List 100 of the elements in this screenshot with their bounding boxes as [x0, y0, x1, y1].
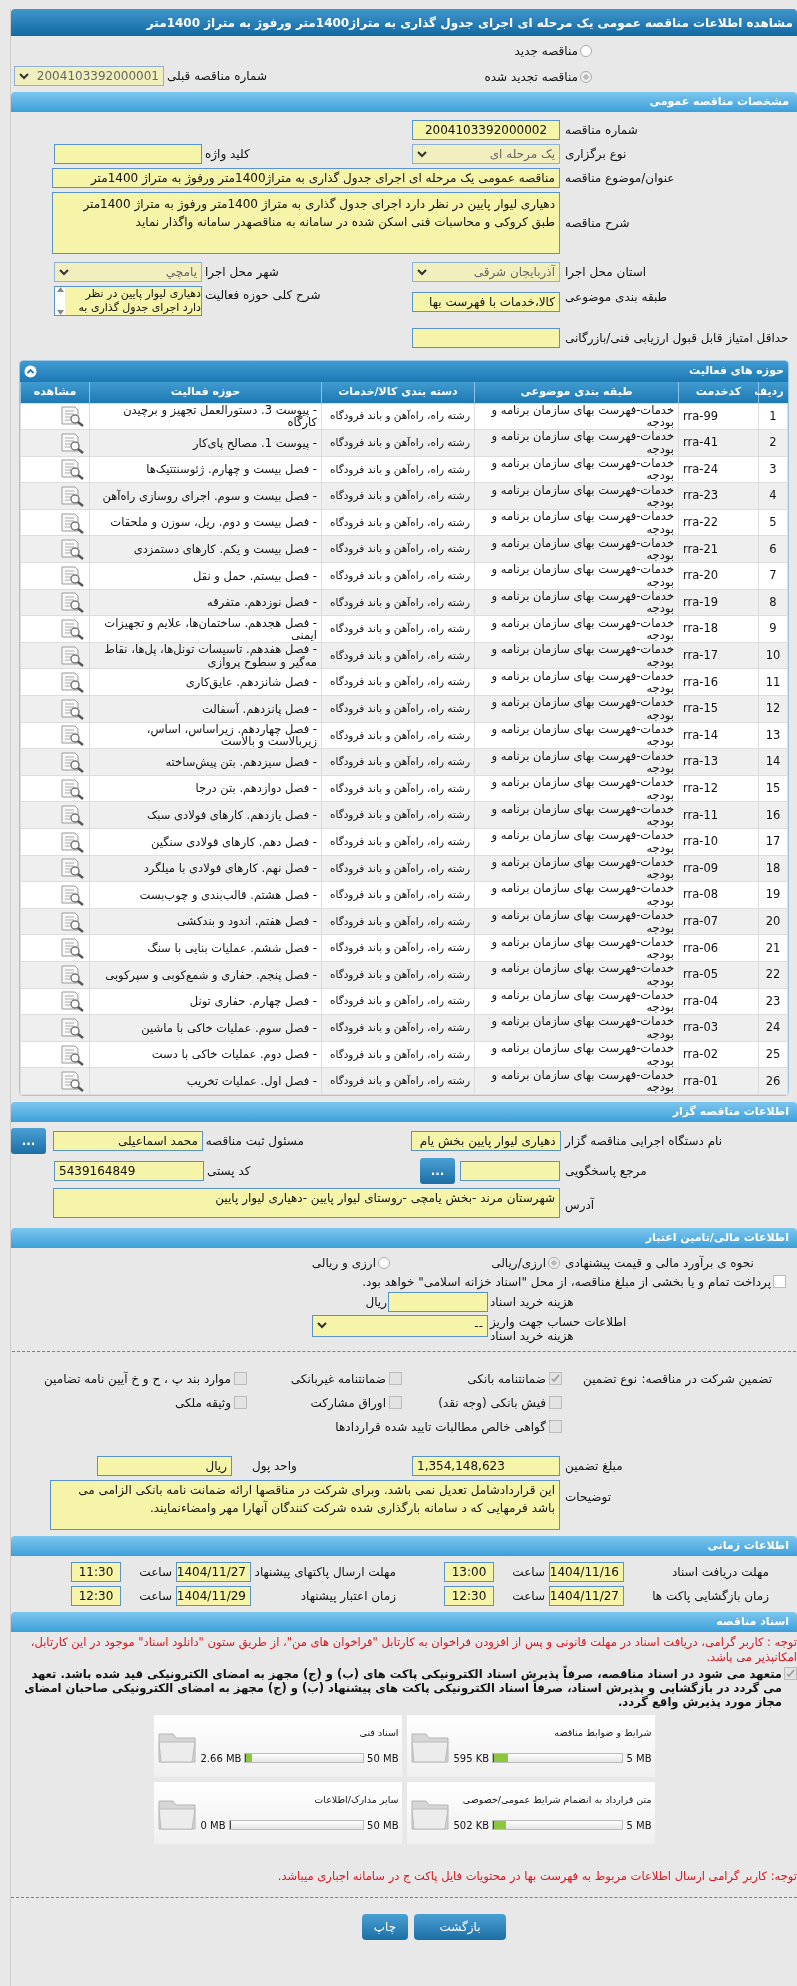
document-search-icon[interactable]	[59, 857, 85, 880]
checkbox[interactable]	[234, 1372, 247, 1386]
input-field[interactable]: 12:30	[71, 1585, 121, 1606]
table-cell: رشته راه، راه‌آهن و باند فرودگاه	[321, 589, 475, 616]
document-search-icon[interactable]	[59, 405, 85, 428]
collapse-icon[interactable]	[24, 365, 37, 378]
checkbox[interactable]	[784, 1666, 797, 1680]
section-header: اطلاعات مالی/تامین اعتبار	[11, 1227, 797, 1248]
document-search-icon[interactable]	[59, 538, 85, 561]
input-field[interactable]: محمد اسماعیلی	[53, 1130, 203, 1151]
input-field[interactable]: 2004103392000002	[412, 120, 560, 140]
list-box[interactable]: دهیاری لیوار پایین در نظر دارد اجرای جدول گذاری به	[54, 286, 202, 316]
action-button[interactable]: چاپ	[362, 1914, 408, 1941]
select-field[interactable]: یامچي	[54, 262, 202, 282]
input-field[interactable]	[460, 1160, 560, 1181]
radio-button[interactable]	[548, 1256, 560, 1269]
document-search-icon[interactable]	[59, 963, 85, 986]
document-search-icon[interactable]	[59, 697, 85, 720]
document-search-icon[interactable]	[59, 910, 85, 933]
table-cell: رشته راه، راه‌آهن و باند فرودگاه	[321, 403, 475, 430]
input-field[interactable]: 1404/11/27	[176, 1561, 251, 1582]
input-field[interactable]: 1404/11/29	[176, 1585, 251, 1606]
input-field[interactable]: 1404/11/27	[549, 1585, 624, 1606]
document-search-icon[interactable]	[59, 485, 85, 508]
table-cell: 14	[758, 748, 788, 776]
input-field[interactable]: 1404/11/16	[549, 1561, 624, 1582]
document-search-icon[interactable]	[59, 644, 85, 667]
table-cell: - فصل دوم. عملیات خاکی با دست	[89, 1041, 322, 1068]
input-field[interactable]: 11:30	[71, 1561, 121, 1582]
input-field[interactable]	[388, 1291, 488, 1312]
action-button[interactable]: بازگشت	[414, 1914, 506, 1941]
scroll-up-icon[interactable]	[56, 287, 64, 292]
document-search-icon[interactable]	[59, 671, 85, 694]
checkbox[interactable]	[549, 1396, 562, 1410]
radio-button[interactable]	[580, 45, 592, 57]
table-cell: خدمات-فهرست بهای سازمان برنامه و بودجه	[474, 535, 679, 563]
input-field[interactable]: 12:30	[444, 1585, 494, 1606]
field-label: آدرس	[565, 1196, 596, 1214]
document-search-icon[interactable]	[59, 458, 85, 481]
document-search-icon[interactable]	[59, 431, 85, 454]
radio-button[interactable]	[580, 71, 592, 83]
radio-label: ارزی/ریالی	[491, 1254, 546, 1272]
document-search-icon[interactable]	[59, 884, 85, 906]
checkbox[interactable]	[389, 1396, 402, 1410]
table-cell: - فصل بیست و یکم. کارهای دستمزدی	[89, 535, 322, 563]
input-field[interactable]: ریال	[97, 1455, 232, 1476]
text-area[interactable]: شهرستان مرند -بخش یامچی -روستای لیوار پایین -دهیاری لیوار پایین	[53, 1187, 560, 1218]
document-search-icon[interactable]	[59, 564, 85, 587]
text-area[interactable]: دهیاری لیوار پایین در نظر دارد اجرای جدول گذاری به متراژ 1400متر ورفوژ به متراژ 1400متر طبق کروکی و محاسبات فنی اسکن شده در سامانه به مناقصهدر سامانه واگذار نماید	[52, 192, 560, 254]
document-search-icon[interactable]	[59, 830, 85, 853]
checkbox[interactable]	[549, 1372, 562, 1386]
radio-button[interactable]	[378, 1256, 390, 1269]
table-cell: 9	[758, 615, 788, 643]
document-search-icon[interactable]	[59, 990, 85, 1013]
text-area[interactable]: این قراردادشامل تعدیل نمی باشد. وبرای شرکت در مناقصها ارائه ضمانت نامه بانکی الزامی می باشد فرمهایی که د سامانه بارگذاری شده شرکت کنندگان آنهارا مهر وامضاءنمایند.	[50, 1479, 560, 1530]
select-field[interactable]: یک مرحله ای	[412, 144, 560, 164]
document-search-icon[interactable]	[59, 1043, 85, 1066]
table-cell: rra-21	[678, 535, 759, 563]
checkbox[interactable]	[549, 1420, 562, 1434]
table-cell: رشته راه، راه‌آهن و باند فرودگاه	[321, 748, 475, 776]
table-cell: خدمات-فهرست بهای سازمان برنامه و بودجه	[474, 1014, 679, 1042]
more-button[interactable]: ...	[420, 1157, 455, 1184]
document-search-icon[interactable]	[59, 1016, 85, 1039]
file-name: متن قرارداد به انضمام شرایط عمومی/خصوصی	[462, 1793, 652, 1808]
more-button[interactable]: ...	[11, 1127, 46, 1154]
scroll-down-icon[interactable]	[56, 310, 64, 315]
document-search-icon[interactable]	[59, 937, 85, 960]
table-cell: خدمات-فهرست بهای سازمان برنامه و بودجه	[474, 881, 679, 909]
table-cell: rra-06	[678, 934, 759, 962]
chevron-down-icon	[417, 150, 427, 158]
document-search-icon[interactable]	[59, 751, 85, 773]
chevron-down-icon	[417, 268, 427, 276]
document-search-icon[interactable]	[59, 804, 85, 827]
select-field[interactable]: آذربایجان شرقی	[412, 262, 560, 282]
checkbox[interactable]	[234, 1396, 247, 1410]
table-cell: - فصل نهم. کارهای فولادی با میلگرد	[89, 855, 322, 882]
input-field[interactable]: 13:00	[444, 1561, 494, 1582]
input-field[interactable]: مناقصه عمومی یک مرحله ای اجرای جدول گذاری به متراژ1400متر ورفوژ به متراژ 1400متر	[52, 168, 560, 188]
table-cell: 3	[758, 456, 788, 483]
input-field[interactable]	[54, 144, 202, 164]
document-search-icon[interactable]	[59, 618, 85, 641]
input-field[interactable]: کالا،خدمات با فهرست بها	[412, 292, 560, 312]
document-search-icon[interactable]	[59, 1070, 85, 1093]
select-field[interactable]: --	[312, 1314, 488, 1337]
document-search-icon[interactable]	[59, 591, 85, 614]
checkbox-label: ضمانتنامه بانکی	[467, 1370, 546, 1388]
document-search-icon[interactable]	[59, 777, 85, 800]
field-label: استان محل اجرا	[565, 264, 648, 281]
table-cell: خدمات-فهرست بهای سازمان برنامه و بودجه	[474, 934, 679, 962]
input-field[interactable]: 1,354,148,623	[412, 1455, 560, 1476]
input-field[interactable]: 5439164849	[54, 1160, 204, 1181]
checkbox[interactable]	[773, 1274, 786, 1288]
document-search-icon[interactable]	[59, 511, 85, 534]
table-cell: rra-99	[678, 403, 759, 430]
document-search-icon[interactable]	[59, 724, 85, 747]
input-field[interactable]: دهیاری لیوار پایین بخش یام	[410, 1130, 561, 1151]
field-label: شرح مناقصه	[565, 215, 631, 232]
input-field[interactable]	[412, 328, 560, 348]
select-field[interactable]: 2004103392000001	[14, 66, 164, 86]
checkbox[interactable]	[389, 1372, 402, 1386]
